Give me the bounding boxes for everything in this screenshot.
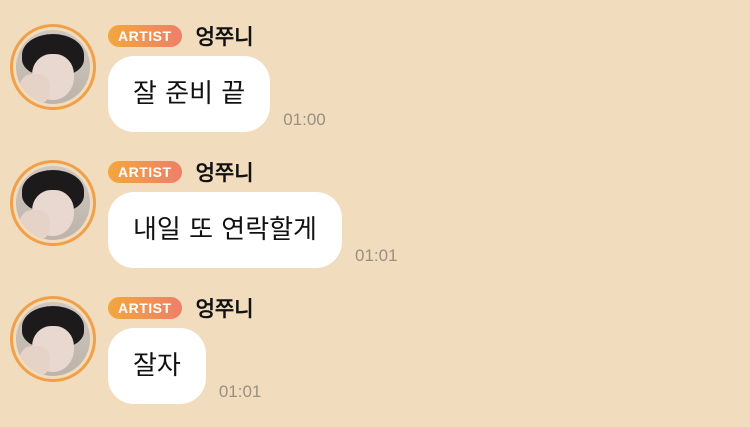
- chat-message: ARTIST 엉쭈니 잘 준비 끝 01:00: [0, 24, 750, 154]
- bubble-row: 내일 또 연락할게 01:01: [108, 192, 398, 268]
- message-bubble[interactable]: 잘자: [108, 328, 206, 404]
- sender-name[interactable]: 엉쭈니: [196, 21, 254, 51]
- sender-name[interactable]: 엉쭈니: [196, 293, 254, 323]
- avatar-photo: [16, 302, 90, 376]
- avatar[interactable]: [10, 24, 96, 110]
- avatar[interactable]: [10, 160, 96, 246]
- message-header: ARTIST 엉쭈니: [108, 22, 254, 50]
- message-bubble[interactable]: 잘 준비 끝: [108, 56, 271, 132]
- chat-message: ARTIST 엉쭈니 내일 또 연락할게 01:01: [0, 160, 750, 290]
- avatar-photo: [16, 166, 90, 240]
- message-header: ARTIST 엉쭈니: [108, 158, 254, 186]
- bubble-row: 잘자 01:01: [108, 328, 261, 404]
- artist-badge: ARTIST: [108, 25, 182, 47]
- artist-badge: ARTIST: [108, 161, 182, 183]
- bubble-row: 잘 준비 끝 01:00: [108, 56, 326, 132]
- avatar-photo: [16, 30, 90, 104]
- avatar[interactable]: [10, 296, 96, 382]
- message-time: 01:01: [354, 246, 398, 265]
- message-time: 01:01: [218, 382, 262, 401]
- sender-name[interactable]: 엉쭈니: [196, 157, 254, 187]
- artist-badge: ARTIST: [108, 297, 182, 319]
- message-time: 01:00: [283, 110, 326, 129]
- message-bubble[interactable]: 내일 또 연락할게: [108, 192, 342, 268]
- chat-message: ARTIST 엉쭈니 잘자 01:01: [0, 296, 750, 426]
- message-header: ARTIST 엉쭈니: [108, 294, 254, 322]
